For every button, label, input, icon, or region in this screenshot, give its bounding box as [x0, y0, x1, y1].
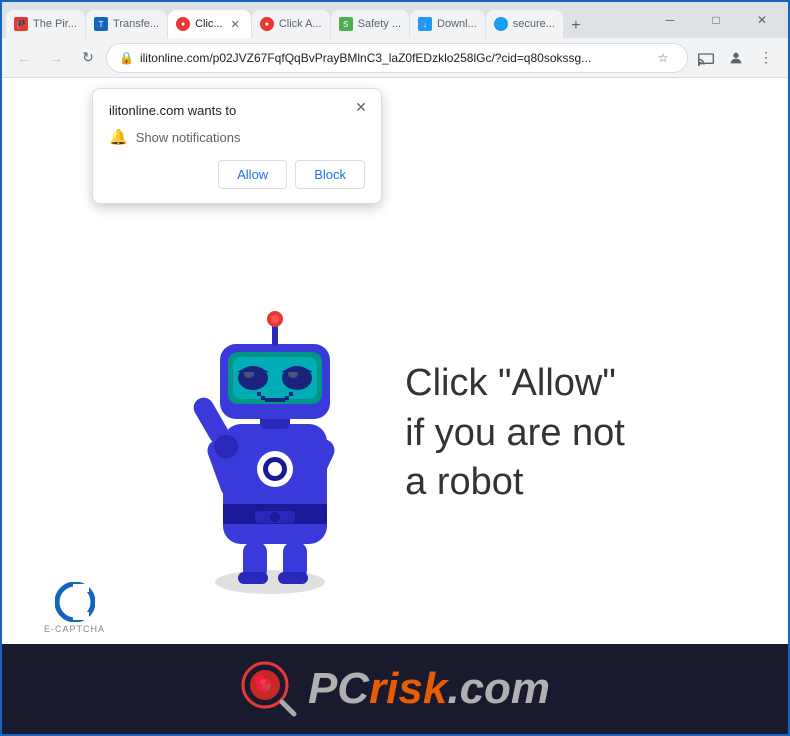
profile-icon[interactable]	[722, 44, 750, 72]
bookmark-icon[interactable]: ☆	[651, 46, 675, 70]
tab-the-pir[interactable]: 🏴 The Pir...	[6, 10, 85, 38]
minimize-button[interactable]: ─	[648, 4, 692, 36]
tab-strip: 🏴 The Pir... T Transfe... ● Clic... ✕	[6, 2, 646, 38]
robot-illustration	[165, 264, 385, 604]
tab-download[interactable]: ↓ Downl...	[410, 10, 485, 38]
popup-notification-item: 🔔 Show notifications	[109, 128, 365, 146]
tab6-label: Downl...	[437, 18, 477, 30]
tab-transfer[interactable]: T Transfe...	[86, 10, 167, 38]
pc-text: PC	[308, 664, 369, 714]
ecaptcha-logo: E-CAPTCHA	[44, 582, 105, 634]
back-button[interactable]: ←	[10, 44, 38, 72]
title-bar: 🏴 The Pir... T Transfe... ● Clic... ✕	[2, 2, 788, 38]
pcrisk-footer: PC risk .com	[2, 644, 788, 734]
pcrisk-brand-text: PC risk .com	[308, 664, 550, 714]
pcrisk-logo-icon	[240, 660, 298, 718]
navigation-bar: ← → ↻ 🔒 ilitonline.com/p02JVZ67FqfQqBvPr…	[2, 38, 788, 78]
tab7-label: secure...	[513, 18, 555, 30]
tab-secure[interactable]: 🌐 secure...	[486, 10, 563, 38]
popup-close-icon[interactable]: ✕	[351, 97, 371, 117]
ecaptcha-label: E-CAPTCHA	[44, 624, 105, 634]
page-content: ✕ ilitonline.com wants to 🔔 Show notific…	[2, 78, 788, 734]
ecaptcha-c-icon	[55, 582, 95, 622]
captcha-line3: a robot	[405, 458, 625, 507]
captcha-line2: if you are not	[405, 409, 625, 458]
new-tab-button[interactable]: +	[564, 14, 588, 38]
notification-popup: ✕ ilitonline.com wants to 🔔 Show notific…	[92, 88, 382, 204]
refresh-button[interactable]: ↻	[74, 44, 102, 72]
maximize-button[interactable]: □	[694, 4, 738, 36]
bell-icon: 🔔	[109, 128, 128, 146]
tab1-label: The Pir...	[33, 18, 77, 30]
popup-buttons: Allow Block	[109, 160, 365, 189]
window-controls: ─ □ ✕	[648, 4, 784, 36]
tab4-label: Click A...	[279, 18, 322, 30]
cast-icon[interactable]	[692, 44, 720, 72]
allow-button[interactable]: Allow	[218, 160, 287, 189]
url-text: ilitonline.com/p02JVZ67FqfQqBvPrayBMlnC3…	[140, 51, 645, 65]
address-bar[interactable]: 🔒 ilitonline.com/p02JVZ67FqfQqBvPrayBMln…	[106, 43, 688, 73]
popup-item-label: Show notifications	[136, 130, 241, 145]
risk-text: risk	[369, 664, 447, 714]
captcha-line1: Click "Allow"	[405, 359, 625, 408]
captcha-text: Click "Allow" if you are not a robot	[405, 359, 625, 507]
lock-icon: 🔒	[119, 51, 134, 65]
popup-title: ilitonline.com wants to	[109, 103, 365, 118]
block-button[interactable]: Block	[295, 160, 365, 189]
com-text: .com	[447, 664, 550, 714]
tab-click-active[interactable]: ● Clic... ✕	[168, 10, 251, 38]
tab-safety[interactable]: S Safety ...	[331, 10, 409, 38]
close-button[interactable]: ✕	[740, 4, 784, 36]
tab2-label: Transfe...	[113, 18, 159, 30]
tab3-close-icon[interactable]: ✕	[228, 16, 243, 33]
tab5-label: Safety ...	[358, 18, 401, 30]
chrome-window: 🏴 The Pir... T Transfe... ● Clic... ✕	[0, 0, 790, 736]
forward-button[interactable]: →	[42, 44, 70, 72]
menu-icon[interactable]: ⋮	[752, 44, 780, 72]
tab-click-a[interactable]: ● Click A...	[252, 10, 330, 38]
tab3-label: Clic...	[195, 18, 223, 30]
